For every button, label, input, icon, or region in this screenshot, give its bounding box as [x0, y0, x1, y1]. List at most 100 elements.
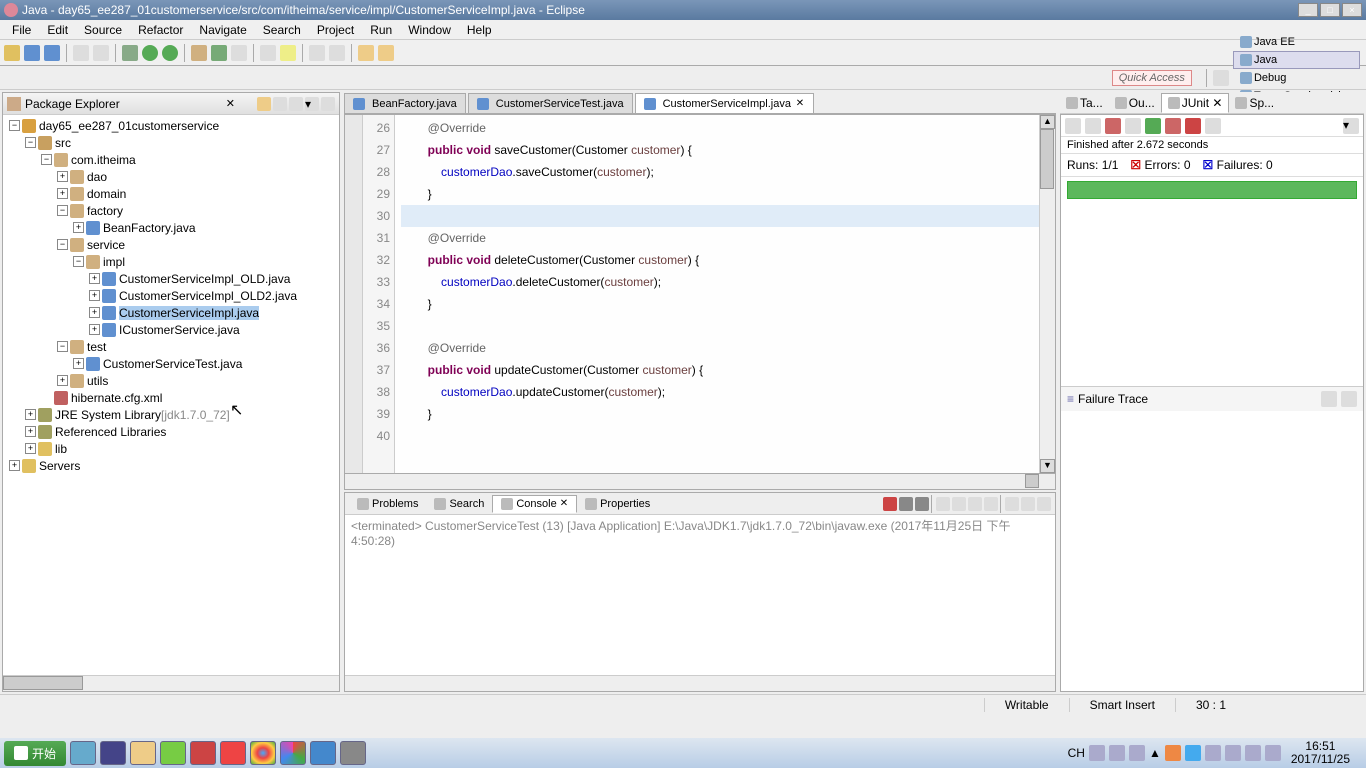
editor-tab[interactable]: CustomerServiceTest.java — [468, 93, 633, 113]
new-package-button[interactable] — [191, 45, 207, 61]
console-output[interactable]: <terminated> CustomerServiceTest (13) [J… — [345, 515, 1055, 675]
junit-rerun-failed-button[interactable] — [1165, 118, 1181, 134]
tray-icon[interactable] — [1109, 745, 1125, 761]
maximize-view-button[interactable] — [321, 97, 335, 111]
tray-icon[interactable] — [1245, 745, 1261, 761]
junit-tree[interactable] — [1061, 203, 1363, 386]
right-tab-ta..[interactable]: Ta... — [1060, 94, 1109, 112]
run-button[interactable] — [142, 45, 158, 61]
console-remove-button[interactable] — [899, 497, 913, 511]
taskbar-app[interactable] — [70, 741, 96, 765]
collapse-all-button[interactable] — [273, 97, 287, 111]
taskbar-app[interactable] — [160, 741, 186, 765]
right-tab-sp..[interactable]: Sp... — [1229, 94, 1280, 112]
console-pin-button[interactable] — [968, 497, 982, 511]
console-min-button[interactable] — [1021, 497, 1035, 511]
console-terminate-button[interactable] — [883, 497, 897, 511]
menu-source[interactable]: Source — [76, 21, 130, 39]
close-button[interactable]: × — [1342, 3, 1362, 17]
tray-icon[interactable] — [1185, 745, 1201, 761]
filter-button[interactable] — [1341, 391, 1357, 407]
tree-item[interactable]: +ICustomerService.java — [5, 321, 337, 338]
code-editor[interactable]: 262728293031323334353637383940 @Override… — [344, 114, 1056, 474]
forward-button[interactable] — [378, 45, 394, 61]
toolbar-button[interactable] — [231, 45, 247, 61]
tray-icon[interactable] — [1205, 745, 1221, 761]
menu-file[interactable]: File — [4, 21, 39, 39]
bottom-tab-properties[interactable]: Properties — [577, 496, 658, 512]
taskbar-explorer[interactable] — [130, 741, 156, 765]
taskbar-app[interactable] — [280, 741, 306, 765]
tree-item[interactable]: −test — [5, 338, 337, 355]
back-button[interactable] — [358, 45, 374, 61]
right-tab-ou..[interactable]: Ou... — [1109, 94, 1161, 112]
ime-indicator[interactable]: CH — [1068, 746, 1085, 760]
start-button[interactable]: 开始 — [4, 741, 66, 766]
close-tab-icon[interactable]: ✕ — [795, 99, 805, 109]
tree-item[interactable]: +lib — [5, 440, 337, 457]
tree-item[interactable]: +BeanFactory.java — [5, 219, 337, 236]
right-tab-junit[interactable]: JUnit ✕ — [1161, 93, 1230, 113]
tray-icon[interactable] — [1225, 745, 1241, 761]
tray-icon[interactable] — [1129, 745, 1145, 761]
editor-hscroll[interactable] — [344, 474, 1056, 490]
menu-help[interactable]: Help — [459, 21, 500, 39]
taskbar-app[interactable] — [340, 741, 366, 765]
taskbar-word[interactable] — [310, 741, 336, 765]
junit-rerun-button[interactable] — [1145, 118, 1161, 134]
junit-history-button[interactable] — [1205, 118, 1221, 134]
taskbar-app[interactable] — [220, 741, 246, 765]
search-button[interactable] — [280, 45, 296, 61]
console-max-button[interactable] — [1037, 497, 1051, 511]
open-perspective-button[interactable] — [1213, 70, 1229, 86]
tray-icon[interactable] — [1089, 745, 1105, 761]
menu-navigate[interactable]: Navigate — [191, 21, 254, 39]
save-all-button[interactable] — [44, 45, 60, 61]
code-area[interactable]: @Override public void saveCustomer(Custo… — [395, 115, 1039, 473]
junit-prev-button[interactable] — [1065, 118, 1081, 134]
toolbar-button[interactable] — [93, 45, 109, 61]
console-hscroll[interactable] — [345, 675, 1055, 691]
console-remove-all-button[interactable] — [915, 497, 929, 511]
compare-button[interactable] — [1321, 391, 1337, 407]
vertical-scrollbar[interactable]: ▲ ▼ — [1039, 115, 1055, 473]
save-button[interactable] — [24, 45, 40, 61]
taskbar-chrome[interactable] — [250, 741, 276, 765]
perspective-java-ee[interactable]: Java EE — [1233, 33, 1360, 51]
tree-item[interactable]: +utils — [5, 372, 337, 389]
tree-item[interactable]: +CustomerServiceImpl_OLD.java — [5, 270, 337, 287]
tree-item[interactable]: +dao — [5, 168, 337, 185]
link-editor-button[interactable] — [257, 97, 271, 111]
tree-item[interactable]: +domain — [5, 185, 337, 202]
package-tree[interactable]: −day65_ee287_01customerservice−src−com.i… — [3, 115, 339, 675]
menu-window[interactable]: Window — [400, 21, 459, 39]
folding-ruler[interactable] — [345, 115, 363, 473]
tree-item[interactable]: +Referenced Libraries — [5, 423, 337, 440]
perspective-java[interactable]: Java — [1233, 51, 1360, 69]
toolbar-button[interactable] — [329, 45, 345, 61]
console-open-button[interactable] — [1005, 497, 1019, 511]
volume-icon[interactable] — [1265, 745, 1281, 761]
new-button[interactable] — [4, 45, 20, 61]
junit-failures-button[interactable] — [1105, 118, 1121, 134]
editor-tab[interactable]: CustomerServiceImpl.java ✕ — [635, 93, 814, 113]
clock[interactable]: 16:51 2017/11/25 — [1285, 740, 1356, 766]
junit-next-button[interactable] — [1085, 118, 1101, 134]
console-display-button[interactable] — [984, 497, 998, 511]
bottom-tab-search[interactable]: Search — [426, 496, 492, 512]
horizontal-scrollbar[interactable] — [3, 675, 339, 691]
bottom-tab-problems[interactable]: Problems — [349, 496, 426, 512]
tree-item[interactable]: +Servers — [5, 457, 337, 474]
editor-tab[interactable]: BeanFactory.java — [344, 93, 466, 113]
menu-run[interactable]: Run — [362, 21, 400, 39]
menu-edit[interactable]: Edit — [39, 21, 76, 39]
close-view-icon[interactable]: ✕ — [226, 97, 235, 110]
tree-item[interactable]: +CustomerServiceImpl_OLD2.java — [5, 287, 337, 304]
menu-refactor[interactable]: Refactor — [130, 21, 191, 39]
tree-item[interactable]: −factory — [5, 202, 337, 219]
quick-access[interactable]: Quick Access — [1112, 70, 1192, 86]
toolbar-button[interactable] — [73, 45, 89, 61]
new-class-button[interactable] — [211, 45, 227, 61]
run-last-button[interactable] — [162, 45, 178, 61]
view-menu-button[interactable] — [289, 97, 303, 111]
